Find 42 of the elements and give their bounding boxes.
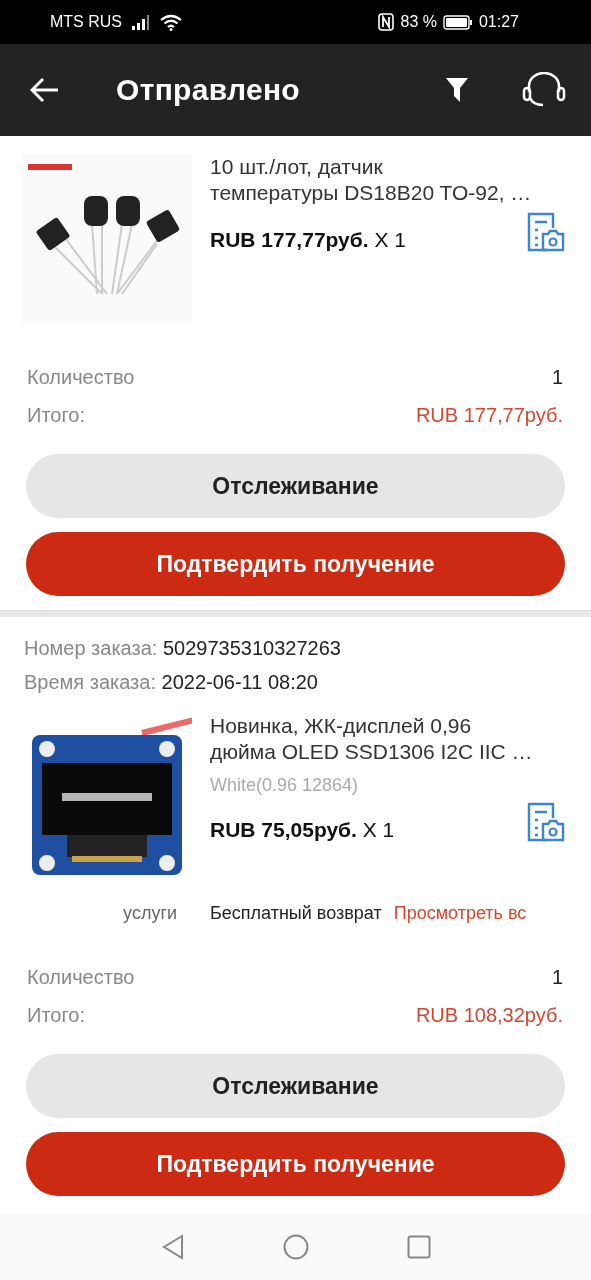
order-time: 2022-06-11 08:20 (161, 671, 318, 693)
services-label: услуги (122, 903, 177, 924)
back-triangle-icon[interactable] (160, 1234, 185, 1260)
product-quantity: X 1 (374, 228, 406, 251)
order-number-label: Номер заказа: (24, 637, 158, 659)
document-camera-icon[interactable] (527, 802, 565, 842)
wifi-icon (160, 13, 182, 31)
battery-icon (442, 14, 473, 30)
product-title[interactable]: 10 шт./лот, датчик температуры DS18B20 TO-92, … (210, 154, 565, 206)
quantity-label: Количество (27, 965, 135, 990)
confirm-receipt-button[interactable]: Подтвердить получение (26, 1132, 565, 1196)
confirm-receipt-button[interactable]: Подтвердить получение (26, 532, 565, 596)
total-value: RUB 108,32руб. (415, 1003, 563, 1028)
back-arrow-icon[interactable] (30, 77, 60, 103)
view-link[interactable]: Просмотреть вс (393, 903, 527, 924)
product-quantity: X 1 (362, 818, 395, 841)
headset-icon[interactable] (521, 72, 567, 108)
screen-title: Отправлено (116, 73, 301, 107)
total-value: RUB 177,77руб. (415, 403, 563, 428)
total-label: Итого: (27, 403, 85, 428)
clock-time: 01:27 (478, 13, 519, 31)
battery-percent: 83 % (400, 13, 437, 31)
product-price: RUB 75,05руб. (210, 818, 357, 841)
document-camera-icon[interactable] (527, 212, 565, 252)
quantity-value: 1 (551, 965, 563, 990)
order-time-label: Время заказа: (24, 671, 156, 693)
carrier-name: MTS RUS (50, 13, 122, 31)
free-return-text: Бесплатный возврат (210, 903, 382, 924)
tracking-button[interactable]: Отслеживание (26, 454, 565, 518)
total-label: Итого: (27, 1003, 85, 1028)
filter-icon[interactable] (445, 77, 469, 103)
home-circle-icon[interactable] (282, 1234, 309, 1260)
nfc-icon (378, 13, 395, 31)
quantity-value: 1 (551, 365, 563, 390)
product-price: RUB 177,77руб. (210, 228, 369, 251)
tracking-button[interactable]: Отслеживание (26, 1054, 565, 1118)
product-variant: White(0.96 12864) (210, 775, 360, 796)
signal-icon (132, 14, 150, 30)
product-title[interactable]: Новинка, ЖК-дисплей 0,96 дюйма OLED SSD1306 I2C IIC … (210, 713, 565, 765)
order-number: 5029735310327263 (162, 637, 341, 659)
quantity-label: Количество (27, 365, 135, 390)
recent-apps-icon[interactable] (406, 1235, 431, 1259)
